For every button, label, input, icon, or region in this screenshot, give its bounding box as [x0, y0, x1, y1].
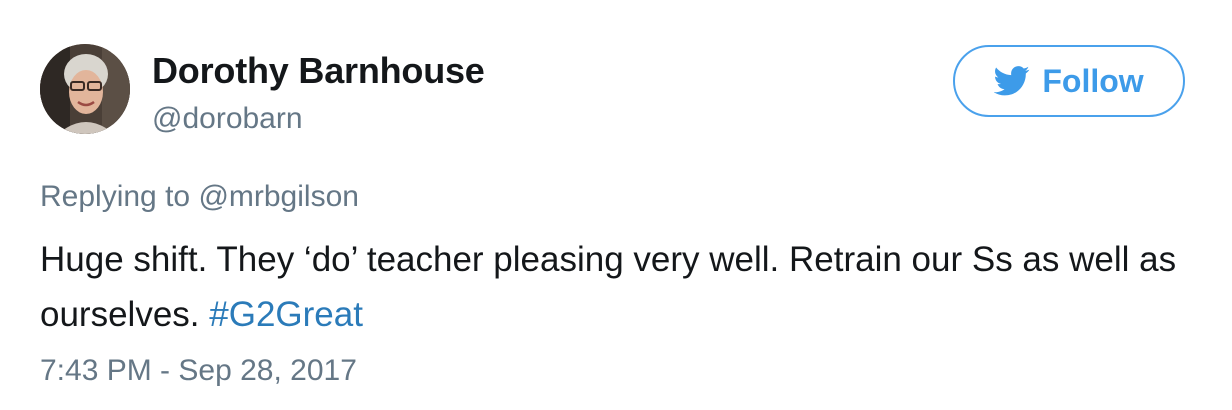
tweet-timestamp[interactable]: 7:43 PM - Sep 28, 2017	[40, 354, 357, 388]
hashtag-link[interactable]: #G2Great	[209, 295, 363, 334]
author-handle[interactable]: @dorobarn	[152, 102, 303, 136]
replying-to-prefix: Replying to	[40, 180, 199, 213]
twitter-bird-icon	[994, 66, 1030, 96]
reply-target-link[interactable]: @mrbgilson	[198, 180, 359, 213]
follow-button-label: Follow	[1042, 62, 1144, 99]
author-display-name[interactable]: Dorothy Barnhouse	[152, 50, 485, 92]
avatar-photo	[40, 44, 130, 134]
follow-button[interactable]: Follow	[953, 45, 1185, 117]
avatar[interactable]	[40, 44, 130, 134]
replying-to: Replying to @mrbgilson	[40, 180, 359, 214]
tweet-text: Huge shift. They ‘do’ teacher pleasing v…	[40, 232, 1190, 342]
